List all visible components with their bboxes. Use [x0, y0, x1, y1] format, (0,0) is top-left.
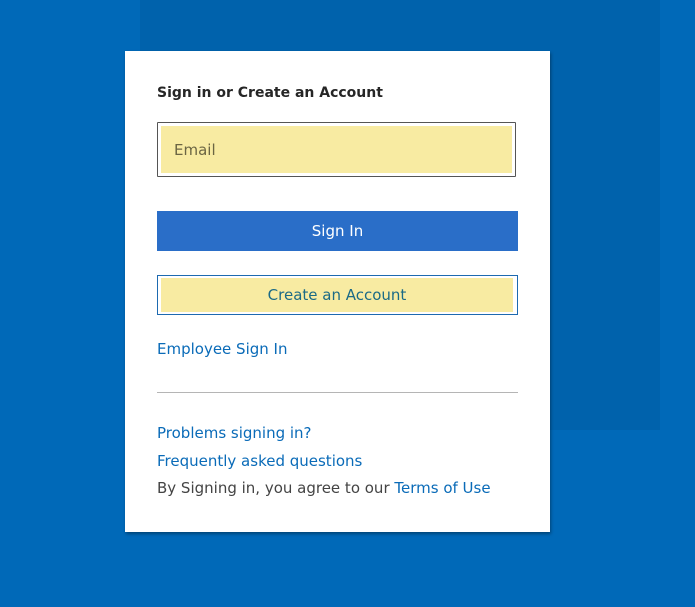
sign-in-card: Sign in or Create an Account Sign In Cre…: [125, 51, 550, 532]
email-field-wrapper: [157, 122, 516, 177]
problems-signing-in-link[interactable]: Problems signing in?: [157, 424, 312, 442]
email-input[interactable]: [161, 126, 512, 173]
create-account-button[interactable]: Create an Account: [157, 275, 518, 315]
page-title: Sign in or Create an Account: [157, 85, 383, 101]
sign-in-button[interactable]: Sign In: [157, 211, 518, 251]
divider: [157, 392, 518, 393]
create-account-label: Create an Account: [161, 278, 513, 312]
terms-of-use-link[interactable]: Terms of Use: [394, 479, 490, 497]
faq-link[interactable]: Frequently asked questions: [157, 452, 362, 470]
terms-text: By Signing in, you agree to our Terms of…: [157, 479, 491, 497]
terms-prefix: By Signing in, you agree to our: [157, 479, 395, 497]
employee-sign-in-link[interactable]: Employee Sign In: [157, 340, 287, 358]
